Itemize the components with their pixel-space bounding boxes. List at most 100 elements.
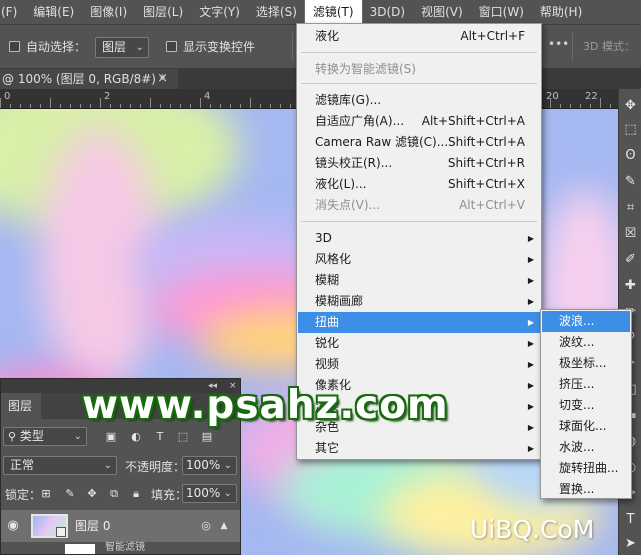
filter-menu-item[interactable]: 模糊画廊 ▶: [298, 291, 540, 312]
filter-menu-item[interactable]: 液化 Alt+Ctrl+F: [298, 26, 540, 47]
menu-item[interactable]: 文字(Y): [191, 0, 248, 24]
ruler-tick: [600, 98, 601, 108]
ruler-tick: [220, 104, 221, 108]
filter-menu-item-label: 3D: [315, 231, 332, 245]
filter-menu-item[interactable]: 其它 ▶: [298, 438, 540, 459]
healing-tool-icon[interactable]: ✚: [622, 277, 639, 294]
lock-all-icon[interactable]: 🔒︎: [129, 487, 143, 501]
smart-object-filter-icon[interactable]: ▤: [200, 430, 214, 444]
distort-menu-item[interactable]: 置换...: [542, 479, 630, 500]
layer-select-combo[interactable]: 图层 ⌄: [95, 37, 149, 58]
more-options-icon[interactable]: •••: [548, 37, 569, 51]
distort-menu-item[interactable]: 挤压...: [542, 374, 630, 395]
move-tool-icon[interactable]: ✥: [622, 97, 639, 114]
filter-menu-item[interactable]: 扭曲 ▶: [298, 312, 540, 333]
ruler-tick: [90, 104, 91, 108]
ruler-tick: [610, 104, 611, 108]
filter-menu-item[interactable]: Camera Raw 滤镜(C)... Shift+Ctrl+A: [298, 132, 540, 153]
menu-item[interactable]: 编辑(E): [25, 0, 82, 24]
menu-item[interactable]: 图层(L): [135, 0, 191, 24]
filter-menu-item-label: 滤镜库(G)...: [315, 93, 382, 107]
type-filter-icon[interactable]: T: [153, 430, 167, 444]
filter-menu-item[interactable]: 3D ▶: [298, 228, 540, 249]
filter-menu-item-label: 消失点(V)...: [315, 198, 381, 212]
filter-menu-item[interactable]: 液化(L)... Shift+Ctrl+X: [298, 174, 540, 195]
submenu-arrow-icon: ▶: [527, 297, 534, 306]
document-tab[interactable]: @ 100% (图层 0, RGB/8#) * ×: [0, 69, 178, 89]
blend-mode-select[interactable]: 正常 ⌄: [3, 456, 117, 475]
frame-tool-icon[interactable]: ☒: [622, 225, 639, 242]
filter-menu-item[interactable]: 滤镜库(G)...: [298, 90, 540, 111]
chevron-up-icon[interactable]: ▲: [217, 519, 231, 533]
distort-menu-item[interactable]: 波浪...: [542, 311, 630, 332]
eye-icon[interactable]: ◉: [6, 519, 20, 533]
distort-menu-item[interactable]: 水波...: [542, 437, 630, 458]
close-icon[interactable]: ×: [157, 69, 168, 89]
menu-item[interactable]: 视图(V): [413, 0, 471, 24]
menu-item[interactable]: 选择(S): [248, 0, 305, 24]
ruler-tick: [210, 104, 211, 108]
fill-field[interactable]: 100% ⌄: [182, 484, 237, 503]
blend-row: 正常 ⌄ 不透明度： 100% ⌄: [1, 454, 240, 478]
lock-transparent-icon[interactable]: ⊞: [39, 487, 53, 501]
shape-filter-icon[interactable]: ⬚: [176, 430, 190, 444]
menu-item[interactable]: 3D(D): [362, 0, 413, 24]
opacity-field[interactable]: 100% ⌄: [182, 456, 237, 475]
eyedropper-tool-icon[interactable]: ✐: [622, 251, 639, 268]
marquee-tool-icon[interactable]: ⬚: [622, 121, 639, 138]
menu-item[interactable]: 窗口(W): [471, 0, 532, 24]
smart-filter-icon[interactable]: ◎: [199, 519, 213, 533]
layer-name[interactable]: 图层 0: [75, 510, 110, 542]
lock-label: 锁定：: [5, 488, 42, 502]
ruler-tick: [170, 104, 171, 108]
type-tool-icon[interactable]: T: [622, 511, 639, 528]
watermark-psahz: www.psahz.com: [82, 383, 449, 428]
menu-item[interactable]: (F): [0, 0, 25, 24]
tab-layers[interactable]: 图层: [1, 393, 41, 419]
show-transform-label: 显示变换控件: [183, 40, 256, 54]
filter-menu-item[interactable]: 自适应广角(A)... Alt+Shift+Ctrl+A: [298, 111, 540, 132]
filter-menu-item-label: 锐化: [315, 336, 340, 350]
distort-menu-item[interactable]: 波纹...: [542, 332, 630, 353]
ruler-tick: [240, 104, 241, 108]
filter-menu-item[interactable]: 视频 ▶: [298, 354, 540, 375]
lock-position-icon[interactable]: ✥: [85, 487, 99, 501]
auto-select-label: 自动选择：: [26, 40, 87, 54]
pixel-filter-icon[interactable]: ▣: [104, 430, 118, 444]
ruler-tick: [160, 104, 161, 108]
lasso-tool-icon[interactable]: ʘ: [622, 147, 639, 164]
crop-tool-icon[interactable]: ⌗: [622, 199, 639, 216]
filter-menu-item[interactable]: 模糊 ▶: [298, 270, 540, 291]
distort-menu-item[interactable]: 球面化...: [542, 416, 630, 437]
ruler-label: 20: [546, 91, 559, 102]
layer-kind-filter[interactable]: ⚲ 类型 ⌄: [3, 427, 87, 446]
distort-menu-item[interactable]: 旋转扭曲...: [542, 458, 630, 479]
auto-select-checkbox[interactable]: [9, 41, 20, 52]
lock-row: 锁定： ⊞ ✎ ✥ ⧉ 🔒︎ 填充： 100% ⌄: [1, 482, 240, 506]
menu-item[interactable]: 帮助(H): [532, 0, 590, 24]
quick-select-tool-icon[interactable]: ✎: [622, 173, 639, 190]
filter-menu-item[interactable]: 锐化 ▶: [298, 333, 540, 354]
menu-item[interactable]: 滤镜(T): [303, 0, 363, 25]
distort-menu-item[interactable]: 极坐标...: [542, 353, 630, 374]
show-transform-checkbox[interactable]: [166, 41, 177, 52]
adjustment-filter-icon[interactable]: ◐: [129, 430, 143, 444]
filter-menu-item[interactable]: 风格化 ▶: [298, 249, 540, 270]
ruler-tick: [590, 104, 591, 108]
layer-row[interactable]: ◉ 图层 0 ◎ ▲: [1, 510, 240, 542]
menu-bar: (F) 编辑(E) 图像(I) 图层(L) 文字(Y) 选择(S) 滤镜(T) 3D(D) 视图…: [0, 0, 641, 25]
ruler-tick: [20, 104, 21, 108]
lock-artboard-icon[interactable]: ⧉: [107, 487, 121, 501]
ruler-tick: [290, 104, 291, 108]
distort-menu-item[interactable]: 切变...: [542, 395, 630, 416]
filter-menu-item-label: 视频: [315, 357, 340, 371]
smart-filter-row[interactable]: 智能滤镜: [1, 542, 240, 554]
path-select-tool-icon[interactable]: ➤: [622, 535, 639, 552]
menu-separator: [301, 221, 537, 222]
lock-image-icon[interactable]: ✎: [63, 487, 77, 501]
layer-filter-row: ⚲ 类型 ⌄ ▣ ◐ T ⬚ ▤: [1, 425, 240, 449]
ruler-tick: [260, 104, 261, 108]
tab-layers-label: 图层: [8, 399, 33, 413]
menu-item[interactable]: 图像(I): [82, 0, 135, 24]
filter-menu-item[interactable]: 镜头校正(R)... Shift+Ctrl+R: [298, 153, 540, 174]
